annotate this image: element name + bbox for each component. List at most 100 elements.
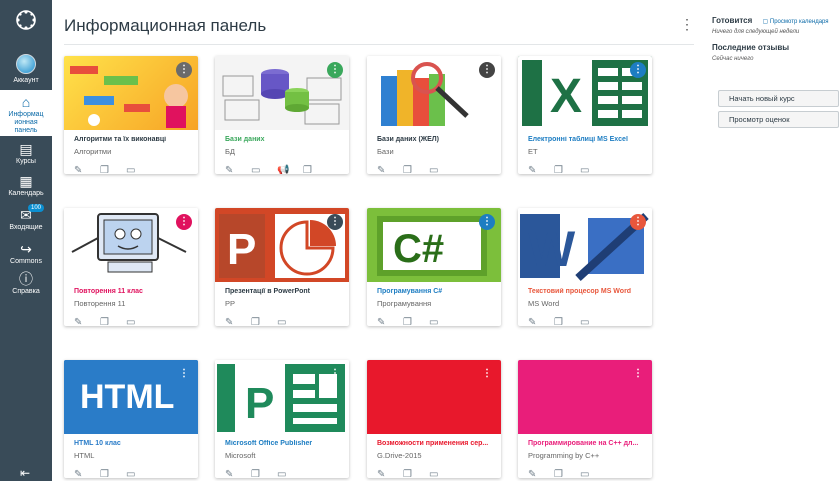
course-card-title[interactable]: Бази даних (225, 136, 343, 143)
assignments-icon[interactable]: ✎ (528, 165, 554, 174)
discussions-icon[interactable]: ❐ (554, 165, 580, 174)
files-icon[interactable]: ▭ (277, 469, 303, 478)
course-card-title[interactable]: Електронні таблиці MS Excel (528, 136, 646, 143)
discussions-icon[interactable]: ❐ (403, 469, 429, 478)
svg-text:X: X (550, 70, 582, 123)
card-action-icons: ✎ ❐ ▭ (377, 160, 497, 174)
canvas-logo-icon[interactable] (14, 8, 38, 32)
dashboard-options-icon[interactable]: ⋮ (680, 16, 694, 33)
course-card-title[interactable]: Текстовий процесор MS Word (528, 288, 646, 295)
assignments-icon[interactable]: ✎ (225, 317, 251, 326)
files-icon[interactable]: ▭ (580, 317, 606, 326)
card-options-icon[interactable]: ⋮ (327, 214, 343, 230)
course-card[interactable]: HTML ⋮ HTML 10 клас HTML ✎ ❐ ▭ (64, 360, 198, 478)
course-card-title[interactable]: HTML 10 клас (74, 440, 192, 447)
course-card[interactable]: ⋮ Возможности применения сер... G.Drive-… (367, 360, 501, 478)
discussions-icon[interactable]: ❐ (100, 469, 126, 478)
course-card[interactable]: ⋮ Повторення 11 клас Повторення 11 ✎ ❐ ▭ (64, 208, 198, 326)
assignments-icon[interactable]: ✎ (528, 469, 554, 478)
card-action-icons: ✎ ❐ ▭ (74, 160, 194, 174)
course-card-title[interactable]: Microsoft Office Publisher (225, 440, 343, 447)
course-card[interactable]: W ⋮ Текстовий процесор MS Word MS Word ✎… (518, 208, 652, 326)
course-card[interactable]: P ⋮ Microsoft Office Publisher Microsoft… (215, 360, 349, 478)
discussions-icon[interactable]: ❐ (403, 317, 429, 326)
card-options-icon[interactable]: ⋮ (176, 214, 192, 230)
course-card[interactable]: P ⋮ Презентації в PowerPont PP ✎ ❐ ▭ (215, 208, 349, 326)
discussions-icon[interactable]: ❐ (554, 317, 580, 326)
course-card[interactable]: ⋮ Бази даних БД ✎ ▭ 📢 ❐ (215, 56, 349, 174)
card-options-icon[interactable]: ⋮ (630, 214, 646, 230)
files-icon[interactable]: ▭ (126, 469, 152, 478)
assignments-icon[interactable]: ✎ (225, 165, 251, 174)
course-card-title[interactable]: Повторення 11 клас (74, 288, 192, 295)
files-icon[interactable]: ▭ (251, 165, 277, 174)
calendar-link[interactable]: ▢ Просмотр календаря (763, 19, 829, 25)
card-options-icon[interactable]: ⋮ (630, 62, 646, 78)
card-action-icons: ✎ ❐ ▭ (377, 464, 497, 478)
course-card-title[interactable]: Возможности применения сер... (377, 440, 495, 447)
course-card-subtitle: ET (528, 147, 538, 156)
discussions-icon[interactable]: ❐ (251, 317, 277, 326)
assignments-icon[interactable]: ✎ (377, 317, 403, 326)
course-card[interactable]: X ⋮ Електронні таблиці MS Excel ET ✎ ❐ ▭ (518, 56, 652, 174)
assignments-icon[interactable]: ✎ (377, 165, 403, 174)
card-options-icon[interactable]: ⋮ (176, 62, 192, 78)
card-options-icon[interactable]: ⋮ (630, 366, 646, 382)
card-action-icons: ✎ ❐ ▭ (225, 464, 345, 478)
files-icon[interactable]: ▭ (277, 317, 303, 326)
discussions-icon[interactable]: ❐ (251, 469, 277, 478)
course-card-subtitle: MS Word (528, 299, 560, 308)
course-card-title[interactable]: Бази даних (ЖЕЛ) (377, 136, 495, 143)
course-card-title[interactable]: Алгоритми та їх виконавці (74, 136, 192, 143)
discussions-icon[interactable]: ❐ (403, 165, 429, 174)
files-icon[interactable]: ▭ (580, 469, 606, 478)
files-icon[interactable]: ▭ (126, 165, 152, 174)
course-card[interactable]: ⋮ Алгоритми та їх виконавці Алгоритми ✎ ❐… (64, 56, 198, 174)
collapse-nav-icon[interactable]: ⇤ (20, 466, 30, 480)
global-nav: Аккаунт ⌂ Информац ионная панель ▤ Курсы… (0, 0, 52, 481)
assignments-icon[interactable]: ✎ (528, 317, 554, 326)
course-card[interactable]: C# ⋮ Програмування С# Програмування ✎ ❐ ▭ (367, 208, 501, 326)
nav-dashboard-label: Информац ионная панель (8, 111, 44, 134)
course-card[interactable]: ⋮ Программирование на С++ дл... Programm… (518, 360, 652, 478)
assignments-icon[interactable]: ✎ (74, 317, 100, 326)
nav-help[interactable]: ⓘ Справка (0, 272, 52, 296)
nav-courses-label: Курсы (16, 158, 36, 165)
course-card-title[interactable]: Программирование на С++ дл... (528, 440, 646, 447)
discussions-icon[interactable]: ❐ (554, 469, 580, 478)
card-options-icon[interactable]: ⋮ (176, 366, 192, 382)
assignments-icon[interactable]: ✎ (377, 469, 403, 478)
nav-account[interactable]: Аккаунт (0, 54, 52, 85)
assignments-icon[interactable]: ✎ (74, 165, 100, 174)
discussions-icon[interactable]: ❐ (303, 165, 329, 174)
card-options-icon[interactable]: ⋮ (327, 366, 343, 382)
card-options-icon[interactable]: ⋮ (479, 214, 495, 230)
card-options-icon[interactable]: ⋮ (479, 62, 495, 78)
discussions-icon[interactable]: ❐ (100, 317, 126, 326)
assignments-icon[interactable]: ✎ (225, 469, 251, 478)
course-card-subtitle: G.Drive-2015 (377, 451, 422, 460)
start-new-course-button[interactable]: Начать новый курс (718, 90, 839, 107)
nav-courses[interactable]: ▤ Курсы (0, 142, 52, 166)
view-grades-button[interactable]: Просмотр оценок (718, 111, 839, 128)
nav-commons[interactable]: ↪ Commons (0, 242, 52, 266)
nav-dashboard[interactable]: ⌂ Информац ионная панель (0, 90, 52, 136)
card-options-icon[interactable]: ⋮ (479, 366, 495, 382)
files-icon[interactable]: ▭ (580, 165, 606, 174)
nav-calendar[interactable]: ▦ Календарь (0, 174, 52, 198)
assignments-icon[interactable]: ✎ (74, 469, 100, 478)
card-action-icons: ✎ ❐ ▭ (377, 312, 497, 326)
course-card-title[interactable]: Презентації в PowerPont (225, 288, 343, 295)
nav-inbox[interactable]: ✉ 100 Входящие (0, 204, 52, 232)
files-icon[interactable]: ▭ (429, 317, 455, 326)
course-card[interactable]: ⋮ Бази даних (ЖЕЛ) Бази ✎ ❐ ▭ (367, 56, 501, 174)
files-icon[interactable]: ▭ (126, 317, 152, 326)
card-action-icons: ✎ ❐ ▭ (74, 312, 194, 326)
files-icon[interactable]: ▭ (429, 469, 455, 478)
card-options-icon[interactable]: ⋮ (327, 62, 343, 78)
announcements-icon[interactable]: 📢 (277, 165, 303, 174)
todo-heading-text: Готовится (712, 16, 753, 25)
files-icon[interactable]: ▭ (429, 165, 455, 174)
discussions-icon[interactable]: ❐ (100, 165, 126, 174)
course-card-title[interactable]: Програмування С# (377, 288, 495, 295)
